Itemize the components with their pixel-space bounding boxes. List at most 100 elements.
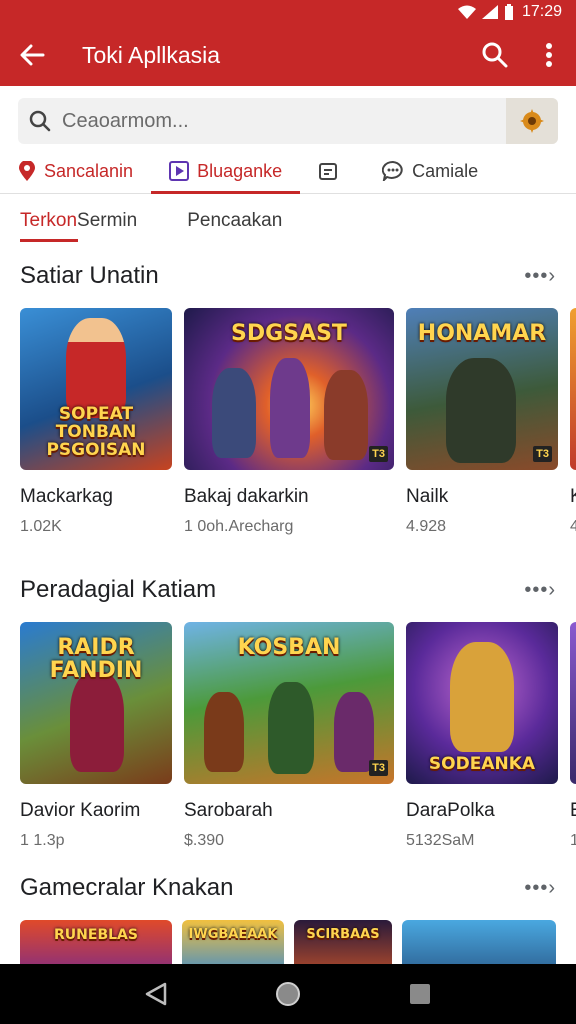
age-rating-badge: T3	[369, 446, 388, 462]
app-name: Bakaj dakarkin	[184, 486, 309, 507]
app-art-title: SDGSAST	[231, 321, 347, 346]
app-meta: 1 0oh.Arecharg	[184, 518, 294, 535]
section-header: Peradagial Katiam •••›	[0, 572, 576, 608]
app-name: K	[570, 486, 576, 508]
signal-icon	[481, 5, 498, 19]
nav-back-button[interactable]	[136, 974, 176, 1014]
age-rating-badge: T3	[533, 446, 552, 462]
app-art-title: SCIRBAAS	[306, 927, 380, 942]
card-row: RAIDR FANDIN Davior Kaorim 1 1.3p KOSBAN…	[0, 622, 576, 850]
app-art-title: RUNEBLAS	[54, 927, 138, 943]
subtab-pencaakan[interactable]: Pencaakan	[187, 200, 282, 242]
subtab-label: Pencaakan	[187, 210, 283, 231]
tab-bluaganke[interactable]: Bluaganke	[151, 148, 301, 194]
tab-camiale[interactable]: Camiale	[364, 148, 496, 194]
app-card[interactable]: RAIDR FANDIN Davior Kaorim 1 1.3p	[20, 622, 172, 850]
battery-icon	[504, 4, 513, 20]
subtab-label-highlight: Terkon	[20, 210, 78, 231]
app-art-title: IWGBAEAAK	[188, 927, 278, 942]
circle-home-icon	[276, 982, 300, 1006]
subtab-terkon-sermin[interactable]: Terkon Sermin	[20, 200, 137, 242]
app-art-title: SOPEAT TONBAN PSGOISAN	[46, 404, 146, 461]
section-header: Gamecralar Knakan •••›	[0, 870, 576, 906]
app-meta: 5132SaM	[406, 832, 475, 849]
app-thumbnail: SOPEAT TONBAN PSGOISAN	[20, 308, 172, 470]
tab-label: Camiale	[412, 160, 479, 181]
app-name: Mackarkag	[20, 486, 113, 507]
arrow-left-icon	[20, 44, 45, 66]
back-button[interactable]	[0, 24, 64, 86]
app-card[interactable]: HONAMAR T3 Nailk 4.928	[406, 308, 558, 536]
gear-badge-icon	[520, 109, 544, 133]
status-icons	[457, 4, 514, 20]
calendar-icon	[319, 163, 338, 180]
section-more-button[interactable]: •••›	[524, 265, 556, 288]
more-vertical-icon	[546, 43, 552, 67]
app-art-title: RAIDR FANDIN	[49, 635, 143, 684]
app-name: Davior Kaorim	[20, 800, 141, 821]
status-time: 17:29	[521, 3, 562, 20]
app-meta: 1	[570, 832, 576, 849]
app-name: Nailk	[406, 486, 449, 507]
tab-label: Sancalanin	[44, 160, 134, 181]
app-name: DaraPolka	[406, 800, 495, 821]
search-input[interactable]	[62, 109, 506, 133]
app-card[interactable]: KOSBAN T3 Sarobarah $.390	[184, 622, 394, 850]
card-row: SOPEAT TONBAN PSGOISAN Mackarkag 1.02K S…	[0, 308, 576, 536]
app-name: E	[570, 800, 576, 822]
square-recents-icon	[410, 984, 430, 1004]
search-button[interactable]	[468, 24, 522, 86]
app-bar: Toki Apllkasia	[0, 24, 576, 86]
app-card[interactable]: SDGSAST T3 Bakaj dakarkin 1 0oh.Arecharg	[184, 308, 394, 536]
section-title: Peradagial Katiam	[20, 576, 217, 603]
section-more-button[interactable]: •••›	[524, 579, 556, 602]
wifi-icon	[457, 5, 476, 19]
triangle-back-icon	[145, 982, 167, 1006]
app-thumbnail	[570, 308, 576, 470]
app-card[interactable]: SOPEAT TONBAN PSGOISAN Mackarkag 1.02K	[20, 308, 172, 536]
app-card[interactable]: K 4	[570, 308, 576, 536]
search-bar[interactable]	[18, 98, 558, 144]
app-meta: 4	[570, 518, 576, 535]
location-pin-icon	[19, 161, 35, 181]
app-thumbnail	[570, 622, 576, 784]
app-meta: 1 1.3p	[20, 832, 65, 849]
app-thumbnail: SODEANKA	[406, 622, 558, 784]
app-art-title: SODEANKA	[428, 754, 536, 775]
nav-recents-button[interactable]	[400, 974, 440, 1014]
app-name: Sarobarah	[184, 800, 273, 821]
more-options-button[interactable]	[522, 24, 576, 86]
app-card[interactable]: E 1	[570, 622, 576, 850]
app-meta: 4.928	[406, 518, 447, 535]
tab-label: Bluaganke	[197, 160, 283, 181]
subtab-label-rest: Sermin	[77, 210, 138, 231]
app-art-title: HONAMAR	[417, 321, 547, 346]
app-art-title: KOSBAN	[237, 635, 341, 660]
section-title: Gamecralar Knakan	[20, 874, 234, 901]
section-header: Satiar Unatin •••›	[0, 258, 576, 294]
section-title: Satiar Unatin	[20, 262, 159, 289]
app-thumbnail: KOSBAN T3	[184, 622, 394, 784]
tab-sancalanin[interactable]: Sancalanin	[0, 148, 151, 194]
section-satiar-unatin: Satiar Unatin •••› SOPEAT TONBAN PSGOISA…	[0, 258, 576, 536]
sub-tabs: Terkon Sermin Pencaakan	[0, 200, 576, 242]
app-thumbnail: HONAMAR T3	[406, 308, 558, 470]
status-bar: 17:29	[0, 0, 576, 24]
tab-calendar[interactable]	[300, 148, 364, 194]
section-more-button[interactable]: •••›	[524, 877, 556, 900]
app-card[interactable]: SODEANKA DaraPolka 5132SaM	[406, 622, 558, 850]
section-peradagial-katiam: Peradagial Katiam •••› RAIDR FANDIN Davi…	[0, 572, 576, 850]
app-meta: 1.02K	[20, 518, 62, 535]
avatar[interactable]	[506, 98, 558, 144]
system-nav-bar	[0, 964, 576, 1024]
page-title: Toki Apllkasia	[82, 41, 221, 68]
play-icon	[169, 161, 190, 181]
app-thumbnail: SDGSAST T3	[184, 308, 394, 470]
app-meta: $.390	[184, 832, 225, 849]
age-rating-badge: T3	[369, 760, 388, 776]
search-icon	[482, 42, 508, 68]
category-tabs: Sancalanin Bluaganke Camiale	[0, 148, 576, 194]
app-thumbnail: RAIDR FANDIN	[20, 622, 172, 784]
search-icon	[18, 110, 62, 132]
nav-home-button[interactable]	[268, 974, 308, 1014]
